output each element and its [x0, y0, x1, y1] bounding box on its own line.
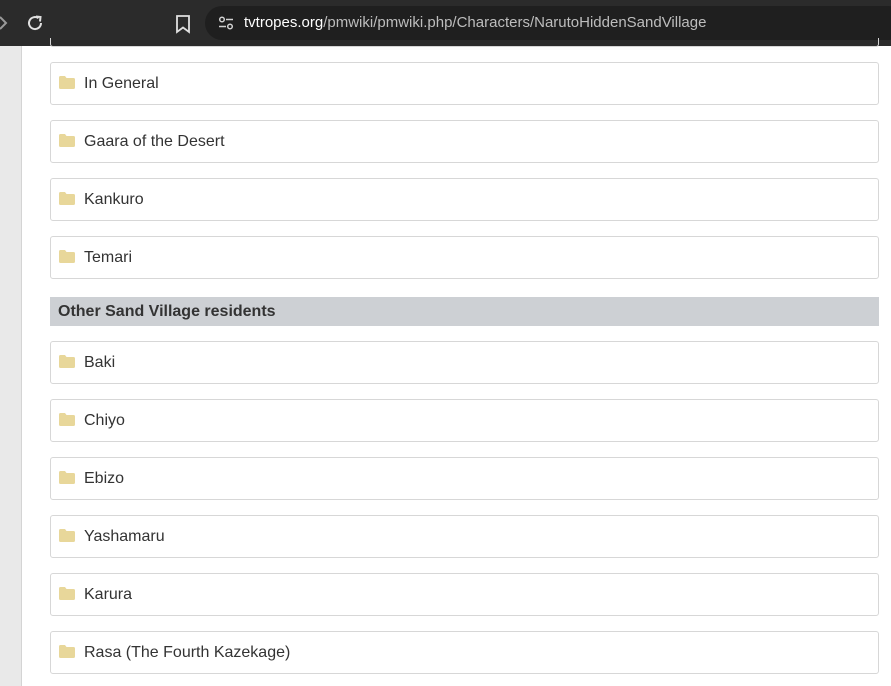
folder-icon: [59, 471, 75, 484]
reload-icon[interactable]: [25, 13, 45, 33]
folder-label: Gaara of the Desert: [84, 133, 225, 150]
site-info-icon[interactable]: [217, 15, 235, 31]
folder-label: Yashamaru: [84, 528, 165, 545]
folder-gaara[interactable]: Gaara of the Desert: [50, 120, 879, 163]
previous-folder-edge: [50, 38, 879, 47]
folder-icon: [59, 192, 75, 205]
section-title: Other Sand Village residents: [58, 303, 276, 320]
section-header: Other Sand Village residents: [50, 297, 879, 326]
url-text: tvtropes.org/pmwiki/pmwiki.php/Character…: [244, 14, 706, 32]
folder-icon: [59, 355, 75, 368]
folder-label: Baki: [84, 354, 116, 371]
folder-label: Rasa (The Fourth Kazekage): [84, 644, 291, 661]
folder-icon: [59, 76, 75, 89]
folder-chiyo[interactable]: Chiyo: [50, 399, 879, 442]
folder-icon: [59, 250, 75, 263]
url-host: tvtropes.org: [244, 14, 324, 31]
folder-baki[interactable]: Baki: [50, 341, 879, 384]
folder-temari[interactable]: Temari: [50, 236, 879, 279]
folder-karura[interactable]: Karura: [50, 573, 879, 616]
folder-in-general[interactable]: In General: [50, 62, 879, 105]
bookmark-icon[interactable]: [174, 14, 192, 34]
folder-yashamaru[interactable]: Yashamaru: [50, 515, 879, 558]
folder-icon: [59, 134, 75, 147]
address-bar[interactable]: tvtropes.org/pmwiki/pmwiki.php/Character…: [205, 6, 891, 40]
page-content: In General Gaara of the Desert Kankuro T…: [0, 38, 891, 686]
forward-icon[interactable]: [0, 14, 12, 32]
folder-label: Chiyo: [84, 412, 125, 429]
url-path: /pmwiki/pmwiki.php/Characters/NarutoHidd…: [323, 14, 707, 31]
folder-kankuro[interactable]: Kankuro: [50, 178, 879, 221]
folder-ebizo[interactable]: Ebizo: [50, 457, 879, 500]
left-sidebar-edge: [0, 46, 22, 686]
folder-icon: [59, 645, 75, 658]
folder-label: In General: [84, 75, 159, 92]
folder-icon: [59, 413, 75, 426]
folder-rasa[interactable]: Rasa (The Fourth Kazekage): [50, 631, 879, 674]
folder-label: Temari: [84, 249, 133, 266]
folder-label: Kankuro: [84, 191, 144, 208]
folder-label: Karura: [84, 586, 133, 603]
folder-icon: [59, 587, 75, 600]
folder-label: Ebizo: [84, 470, 125, 487]
folder-icon: [59, 529, 75, 542]
